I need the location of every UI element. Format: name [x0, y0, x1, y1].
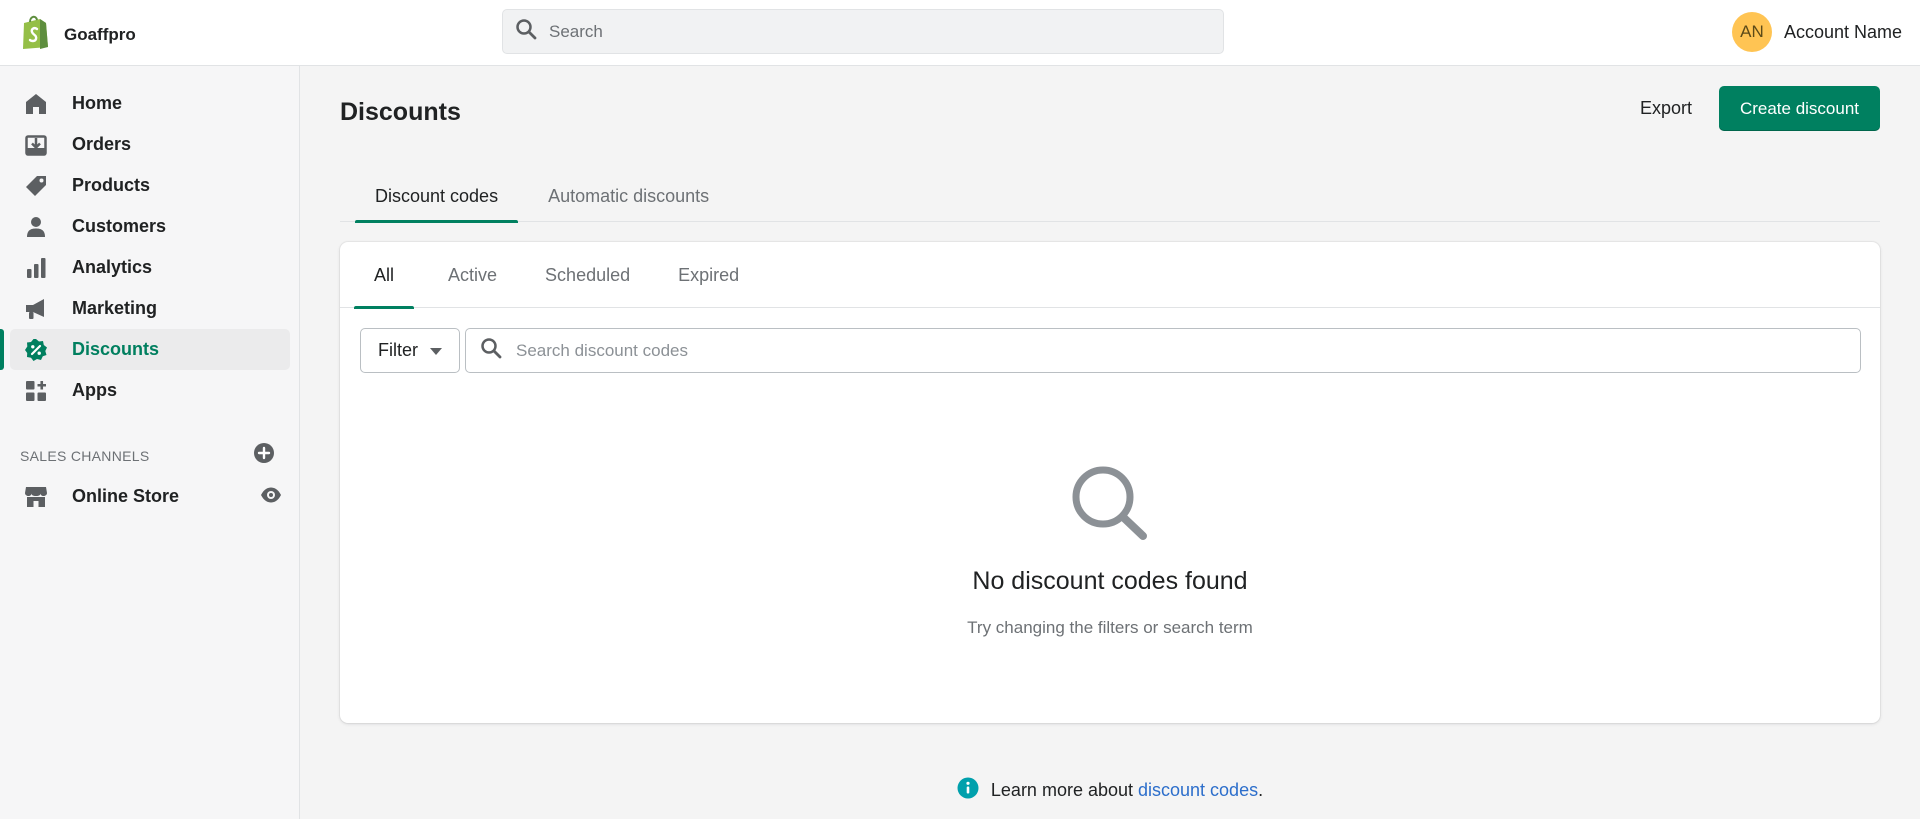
top-bar: Goaffpro AN Account Name [0, 0, 1920, 66]
sidebar-item-label: Products [72, 175, 151, 195]
megaphone-icon [24, 297, 48, 321]
main-content: Discounts Export Create discount Discoun… [300, 66, 1920, 819]
eye-icon[interactable] [260, 484, 282, 511]
apps-grid-icon [24, 379, 48, 403]
sidebar-item-label: Orders [72, 134, 132, 154]
add-circle-icon[interactable] [253, 442, 275, 469]
footer-text: Learn more about discount codes. [991, 780, 1263, 801]
discount-type-tabs: Discount codes Automatic discounts [340, 174, 1880, 223]
caret-down-icon [430, 340, 442, 361]
sidebar-nav: Home Orders Products Customers Analytics [0, 83, 290, 411]
avatar[interactable]: AN [1731, 12, 1772, 52]
sales-channels-header: SALES CHANNELS [20, 442, 275, 469]
sidebar-item-label: Marketing [72, 298, 158, 318]
shopify-logo-icon [20, 14, 50, 55]
sidebar-item-products[interactable]: Products [10, 165, 290, 206]
sidebar-item-online-store[interactable]: Online Store [10, 476, 290, 517]
sidebar-item-orders[interactable]: Orders [10, 124, 290, 165]
tab-active[interactable]: Active [424, 242, 521, 308]
account-name[interactable]: Account Name [1784, 22, 1902, 43]
filter-button[interactable]: Filter [360, 328, 460, 373]
sidebar-item-customers[interactable]: Customers [10, 206, 290, 247]
footer-prefix: Learn more about [990, 780, 1138, 800]
global-search[interactable] [502, 9, 1224, 54]
global-search-input[interactable] [549, 21, 1189, 42]
filter-label: Filter [378, 340, 418, 360]
create-discount-button[interactable]: Create discount [1719, 86, 1880, 131]
sales-channels-list: Online Store [10, 476, 290, 517]
home-icon [24, 92, 48, 116]
person-icon [24, 215, 48, 239]
sidebar: Home Orders Products Customers Analytics [0, 66, 300, 819]
tag-icon [24, 174, 48, 198]
sidebar-item-apps[interactable]: Apps [10, 370, 290, 411]
footer-suffix: . [1258, 780, 1264, 800]
info-icon [957, 777, 979, 804]
tab-discount-codes[interactable]: Discount codes [340, 174, 519, 223]
status-tabs: All Active Scheduled Expired [340, 242, 1880, 309]
discount-search-input[interactable] [516, 340, 1816, 361]
sidebar-item-label: Customers [72, 216, 167, 236]
brand[interactable]: Goaffpro [20, 14, 136, 55]
tab-scheduled[interactable]: Scheduled [521, 242, 654, 308]
sidebar-item-discounts[interactable]: Discounts [0, 329, 290, 370]
discount-codes-card: All Active Scheduled Expired Filter No d… [340, 242, 1880, 723]
sidebar-item-label: Discounts [72, 339, 160, 359]
sidebar-item-label: Apps [72, 380, 117, 400]
search-icon [480, 337, 502, 364]
sidebar-item-home[interactable]: Home [10, 83, 290, 124]
account-menu[interactable]: AN Account Name [1731, 12, 1902, 52]
tab-all[interactable]: All [354, 242, 415, 309]
empty-state: No discount codes found Try changing the… [340, 464, 1880, 638]
sidebar-item-label: Home [72, 93, 123, 113]
footer-help: Learn more about discount codes. [340, 777, 1880, 804]
sidebar-item-analytics[interactable]: Analytics [10, 247, 290, 288]
empty-state-title: No discount codes found [972, 567, 1248, 595]
orders-icon [24, 133, 48, 157]
bar-chart-icon [24, 256, 48, 280]
page-title: Discounts [340, 98, 461, 126]
search-icon [515, 18, 537, 45]
store-name: Goaffpro [64, 24, 136, 44]
sales-channels-heading: SALES CHANNELS [20, 447, 150, 464]
discount-badge-icon [24, 338, 48, 362]
magnifier-icon [1070, 464, 1150, 547]
sidebar-item-label: Analytics [72, 257, 153, 277]
store-icon [24, 485, 48, 509]
sidebar-item-label: Online Store [72, 486, 180, 506]
sidebar-item-marketing[interactable]: Marketing [10, 288, 290, 329]
tab-expired[interactable]: Expired [654, 242, 763, 308]
empty-state-subtitle: Try changing the filters or search term [967, 618, 1253, 637]
discount-search[interactable] [465, 328, 1861, 373]
tab-automatic-discounts[interactable]: Automatic discounts [518, 174, 739, 222]
discount-codes-link[interactable]: discount codes [1138, 780, 1258, 800]
export-button[interactable]: Export [1624, 86, 1708, 131]
